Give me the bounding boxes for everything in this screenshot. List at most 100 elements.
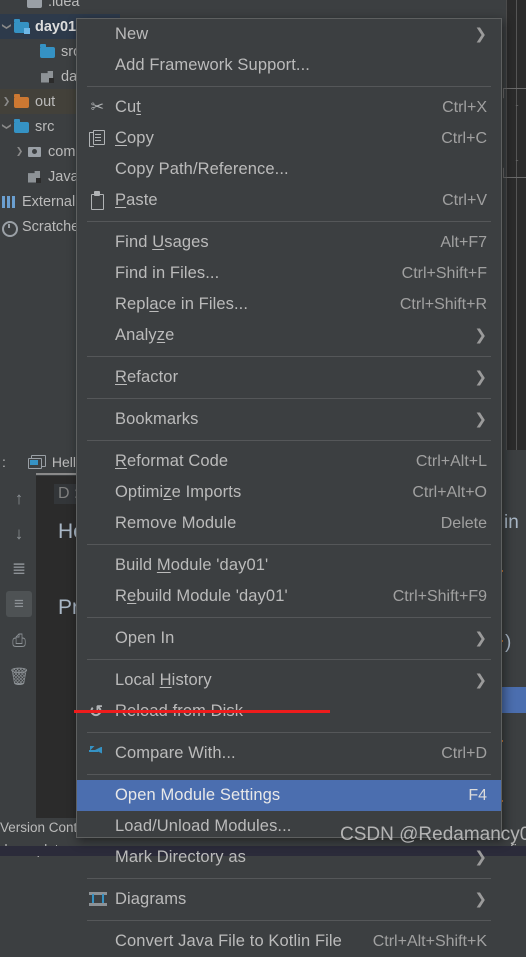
context-menu[interactable]: New ❯ Add Framework Support... ✂ Cut Ctrl+X Co…: [76, 18, 502, 950]
menu-item-find-in-files[interactable]: Find in Files... Ctrl+Shift+F: [77, 258, 501, 289]
menu-item-shortcut: Ctrl+Alt+L: [415, 452, 487, 470]
menu-item-label: Find in Files...: [115, 264, 220, 282]
menu-item-icon: [85, 890, 111, 910]
chevron-right-icon[interactable]: ❯: [0, 97, 13, 106]
menu-item-icon: [85, 233, 111, 253]
menu-item-icon: ✂: [85, 98, 111, 118]
menu-item-icon: [85, 190, 111, 211]
menu-item-icon: [85, 56, 111, 76]
soft-wrap-icon[interactable]: ≣: [6, 556, 32, 582]
menu-item-icon: [85, 744, 111, 764]
menu-separator: [87, 774, 491, 775]
menu-item-cut[interactable]: ✂ Cut Ctrl+X: [77, 92, 501, 123]
chevron-right-icon[interactable]: ❯: [456, 673, 487, 688]
menu-item-refactor[interactable]: Refactor ❯: [77, 362, 501, 393]
folder-icon: [26, 0, 44, 10]
menu-item-icon: [85, 848, 111, 868]
menu-item-analyze[interactable]: Analyze ❯: [77, 320, 501, 351]
menu-item-icon: [85, 452, 111, 472]
menu-item-icon: [85, 129, 111, 149]
menu-item-bookmarks[interactable]: Bookmarks ❯: [77, 404, 501, 435]
menu-item-remove-module[interactable]: Remove Module Delete: [77, 508, 501, 539]
menu-separator: [87, 356, 491, 357]
print-icon[interactable]: ⎙: [6, 628, 32, 654]
run-window-icon: [27, 455, 46, 469]
menu-item-label: New: [115, 25, 149, 43]
menu-item-shortcut: F4: [468, 786, 487, 804]
library-icon: [0, 194, 18, 210]
menu-item-new[interactable]: New ❯: [77, 19, 501, 50]
menu-item-icon: [85, 160, 111, 180]
java-module-icon: [39, 69, 57, 85]
menu-item-rebuild-module-day01[interactable]: Rebuild Module 'day01' Ctrl+Shift+F9: [77, 581, 501, 612]
menu-item-local-history[interactable]: Local History ❯: [77, 665, 501, 696]
menu-item-label: Copy: [115, 129, 154, 147]
tree-item-idea[interactable]: .idea: [0, 0, 146, 14]
menu-separator: [87, 86, 491, 87]
menu-separator: [87, 659, 491, 660]
menu-item-mark-directory-as[interactable]: Mark Directory as ❯: [77, 842, 501, 873]
menu-item-label: Paste: [115, 191, 158, 209]
menu-item-add-framework-support[interactable]: Add Framework Support...: [77, 50, 501, 81]
chevron-down-icon[interactable]: ❯: [2, 20, 12, 33]
menu-separator: [87, 440, 491, 441]
java-module-icon: [26, 169, 44, 185]
scroll-to-end-icon[interactable]: ≡: [6, 591, 32, 617]
menu-item-label: Local History: [115, 671, 212, 689]
editor-text-fragment: in: [504, 512, 519, 533]
menu-item-label: Build Module 'day01': [115, 556, 269, 574]
chevron-right-icon[interactable]: ❯: [456, 892, 487, 907]
trash-icon[interactable]: 🗑: [6, 664, 32, 690]
menu-item-copy-path-reference[interactable]: Copy Path/Reference...: [77, 154, 501, 185]
chevron-right-icon[interactable]: ❯: [456, 850, 487, 865]
menu-separator: [87, 878, 491, 879]
chevron-right-icon[interactable]: ❯: [456, 370, 487, 385]
editor-highlight-marker: [498, 687, 526, 713]
menu-item-label: Diagrams: [115, 890, 187, 908]
menu-item-find-usages[interactable]: Find Usages Alt+F7: [77, 227, 501, 258]
menu-separator: [87, 617, 491, 618]
menu-item-label: Open In: [115, 629, 175, 647]
watermark: CSDN @Redamancy06: [340, 824, 526, 845]
chevron-right-icon[interactable]: ❯: [13, 147, 26, 156]
menu-item-copy[interactable]: Copy Ctrl+C: [77, 123, 501, 154]
menu-item-optimize-imports[interactable]: Optimize Imports Ctrl+Alt+O: [77, 477, 501, 508]
folder-icon: [39, 43, 57, 60]
run-tab-prefix: :: [2, 454, 6, 470]
tree-item-label: com: [48, 143, 76, 160]
menu-separator: [87, 732, 491, 733]
menu-item-compare-with[interactable]: Compare With... Ctrl+D: [77, 738, 501, 769]
chevron-right-icon[interactable]: ❯: [456, 27, 487, 42]
menu-item-label: Open Module Settings: [115, 786, 281, 804]
menu-item-open-in[interactable]: Open In ❯: [77, 623, 501, 654]
menu-item-paste[interactable]: Paste Ctrl+V: [77, 185, 501, 216]
menu-item-convert-java-file-to-kotlin-file[interactable]: Convert Java File to Kotlin File Ctrl+Alt…: [77, 926, 501, 957]
menu-item-reformat-code[interactable]: Reformat Code Ctrl+Alt+L: [77, 446, 501, 477]
chevron-down-icon[interactable]: ❯: [2, 120, 12, 133]
up-arrow-icon[interactable]: ↑: [6, 486, 32, 512]
menu-item-label: Optimize Imports: [115, 483, 242, 501]
status-version-control[interactable]: Version Cont: [0, 820, 77, 835]
chevron-right-icon[interactable]: ❯: [456, 631, 487, 646]
chevron-right-icon[interactable]: ❯: [456, 412, 487, 427]
annotation-underline: [74, 710, 330, 713]
menu-item-open-module-settings[interactable]: Open Module Settings F4: [77, 780, 501, 811]
run-side-toolbar[interactable]: ↑ ↓ ≣ ≡ ⎙ 🗑: [0, 476, 36, 818]
cut-icon: ✂: [90, 98, 105, 116]
menu-item-build-module-day01[interactable]: Build Module 'day01': [77, 550, 501, 581]
menu-item-shortcut: Ctrl+C: [441, 129, 487, 147]
tree-item-label: day01: [35, 18, 77, 35]
menu-item-diagrams[interactable]: Diagrams ❯: [77, 884, 501, 915]
package-icon: [26, 144, 44, 160]
copy-icon: [89, 129, 105, 147]
editor-vertical-rule: [516, 0, 517, 450]
menu-item-shortcut: Alt+F7: [440, 233, 487, 251]
menu-item-replace-in-files[interactable]: Replace in Files... Ctrl+Shift+R: [77, 289, 501, 320]
menu-item-shortcut: Ctrl+X: [442, 98, 487, 116]
menu-separator: [87, 544, 491, 545]
menu-item-icon: [85, 295, 111, 315]
down-arrow-icon[interactable]: ↓: [6, 521, 32, 547]
menu-item-label: Add Framework Support...: [115, 56, 310, 74]
menu-separator: [87, 398, 491, 399]
chevron-right-icon[interactable]: ❯: [456, 328, 487, 343]
